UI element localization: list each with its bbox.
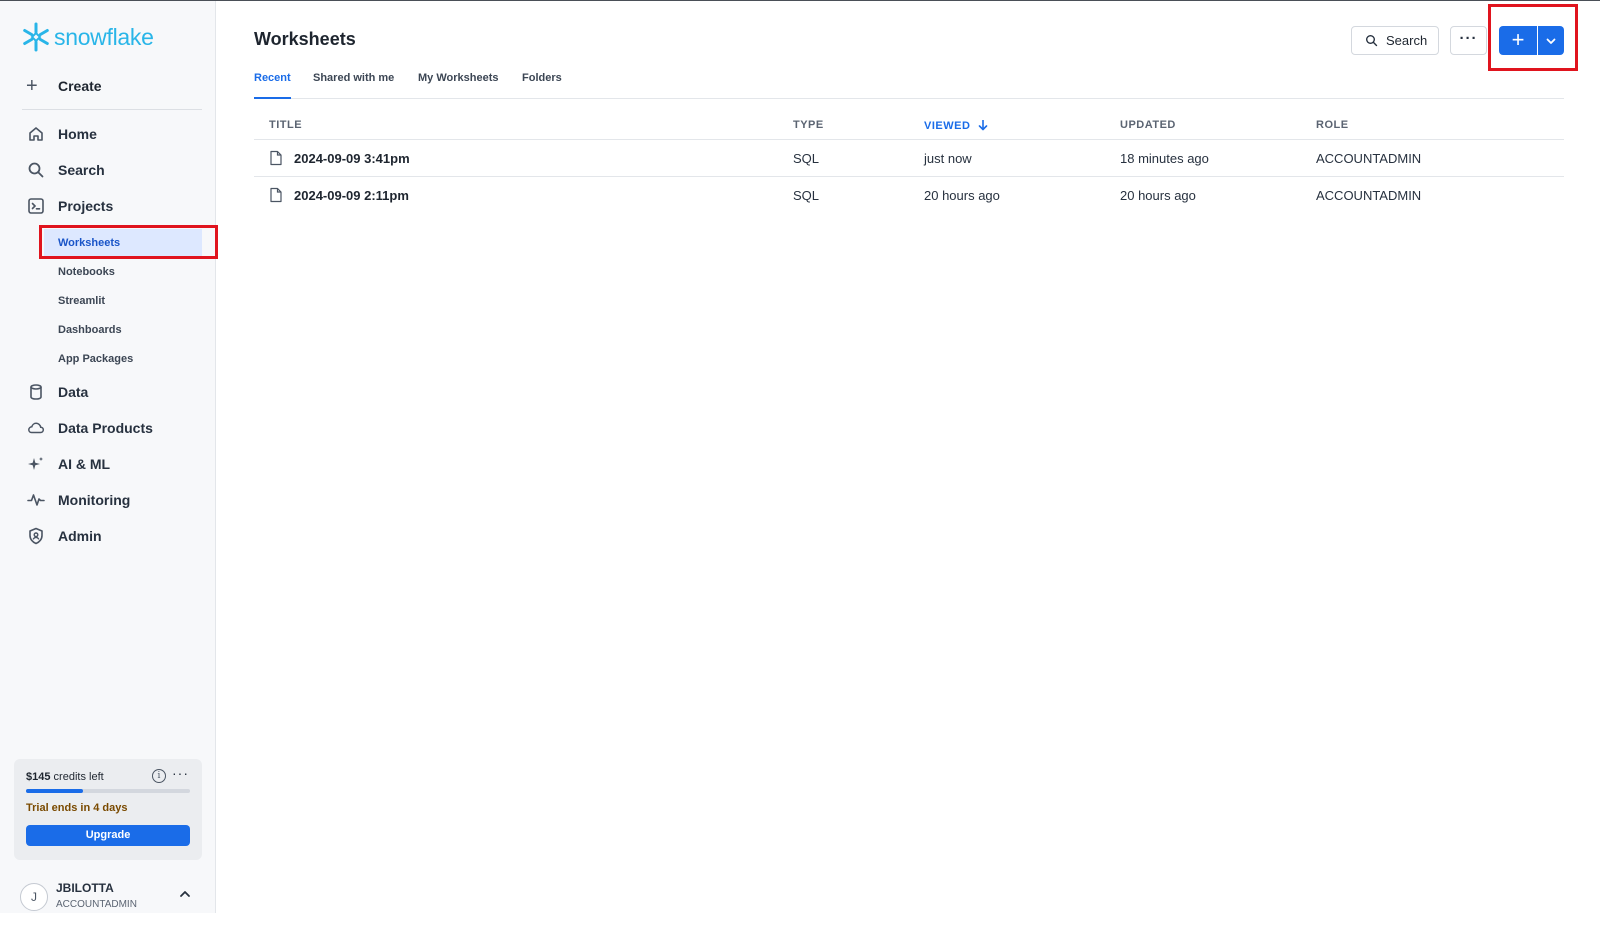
column-header-updated[interactable]: UPDATED [1120, 119, 1176, 131]
add-dropdown-button[interactable] [1538, 26, 1564, 55]
worksheet-updated: 20 hours ago [1120, 188, 1196, 203]
table-row[interactable]: 2024-09-09 3:41pm SQL just now 18 minute… [254, 140, 1564, 177]
sidebar-item-streamlit[interactable]: Streamlit [44, 287, 202, 315]
highlight-worksheets [39, 225, 218, 259]
tab-my-worksheets[interactable]: My Worksheets [418, 72, 499, 99]
sidebar-item-dashboards[interactable]: Dashboards [44, 316, 202, 344]
window-top-border [0, 0, 1600, 1]
avatar: J [20, 883, 48, 911]
credits-card: $145 credits left i ··· Trial ends in 4 … [14, 759, 202, 860]
worksheet-role: ACCOUNTADMIN [1316, 151, 1422, 166]
user-name: JBILOTTA [56, 881, 114, 895]
home-icon [29, 127, 43, 141]
sidebar-item-projects[interactable]: Projects [26, 195, 113, 217]
sidebar-item-home[interactable]: Home [26, 123, 97, 145]
more-options-button[interactable]: ··· [1450, 26, 1487, 55]
document-icon [270, 150, 282, 166]
sidebar-item-label: Admin [58, 528, 102, 544]
sidebar-item-data-products[interactable]: Data Products [26, 417, 153, 439]
upgrade-button[interactable]: Upgrade [26, 825, 190, 846]
add-worksheet-button[interactable]: + [1499, 26, 1537, 55]
worksheet-type: SQL [793, 151, 820, 166]
tab-shared-with-me[interactable]: Shared with me [313, 72, 394, 99]
column-header-viewed[interactable]: VIEWED [924, 119, 988, 132]
credits-progress-fill [26, 789, 84, 793]
worksheet-title: 2024-09-09 2:11pm [294, 188, 409, 203]
credits-more-button[interactable]: ··· [172, 765, 189, 781]
snowflake-logo-icon [23, 22, 49, 52]
search-label: Search [1386, 33, 1428, 48]
sidebar-item-ai-ml[interactable]: AI & ML [26, 453, 110, 475]
cloud-icon [28, 422, 45, 434]
sidebar-item-monitoring[interactable]: Monitoring [26, 489, 130, 511]
sidebar-item-label: AI & ML [58, 456, 111, 472]
worksheet-title: 2024-09-09 3:41pm [294, 151, 410, 166]
chevron-up-icon [180, 891, 190, 897]
worksheets-table: TITLE TYPE VIEWED UPDATED ROLE 2024-09-0… [254, 112, 1564, 214]
worksheet-updated: 18 minutes ago [1120, 151, 1209, 166]
user-menu[interactable]: J JBILOTTA ACCOUNTADMIN [20, 881, 200, 911]
table-header: TITLE TYPE VIEWED UPDATED ROLE [254, 112, 1564, 140]
worksheet-type: SQL [793, 188, 820, 203]
sidebar-item-label: Projects [58, 198, 114, 214]
shield-icon [29, 527, 43, 545]
table-row[interactable]: 2024-09-09 2:11pm SQL 20 hours ago 20 ho… [254, 177, 1564, 214]
tab-folders[interactable]: Folders [522, 72, 562, 99]
sidebar-item-admin[interactable]: Admin [26, 525, 102, 547]
column-header-type[interactable]: TYPE [793, 119, 824, 131]
sidebar-item-label: Search [58, 162, 105, 178]
arrow-down-icon [978, 120, 988, 131]
create-label: Create [58, 78, 102, 94]
sidebar-item-notebooks[interactable]: Notebooks [44, 258, 202, 286]
info-icon[interactable]: i [152, 769, 166, 783]
credits-progress-bar [26, 789, 190, 793]
database-icon [30, 384, 42, 400]
activity-icon [27, 494, 45, 506]
credits-label: credits left [53, 771, 104, 783]
search-button[interactable]: Search [1351, 26, 1439, 55]
worksheet-viewed: just now [924, 151, 972, 166]
snowflake-logo[interactable]: snowflake [20, 21, 154, 53]
user-role: ACCOUNTADMIN [56, 899, 137, 910]
sidebar-item-search[interactable]: Search [26, 159, 105, 181]
sidebar-item-label: Data Products [58, 420, 153, 436]
sidebar-item-data[interactable]: Data [26, 381, 88, 403]
document-icon [270, 187, 282, 203]
search-icon [28, 162, 44, 178]
page-bottom-margin [0, 913, 1600, 946]
trial-notice: Trial ends in 4 days [26, 802, 128, 814]
sparkle-icon [28, 457, 43, 470]
sidebar-item-label: Monitoring [58, 492, 131, 508]
credits-amount: $145 credits left [26, 771, 104, 783]
tab-recent[interactable]: Recent [254, 72, 291, 99]
credits-value: $145 [26, 771, 51, 783]
sidebar-item-label: Data [58, 384, 89, 400]
chevron-down-icon [1546, 38, 1556, 44]
column-header-role[interactable]: ROLE [1316, 119, 1349, 131]
worksheet-viewed: 20 hours ago [924, 188, 1000, 203]
worksheet-tabs: Recent Shared with me My Worksheets Fold… [254, 72, 1564, 99]
logo-text: snowflake [54, 23, 154, 50]
search-icon [1366, 35, 1378, 47]
sidebar-divider [22, 109, 202, 110]
column-header-title[interactable]: TITLE [269, 119, 302, 131]
column-header-viewed-label: VIEWED [924, 120, 971, 132]
sidebar-item-label: Home [58, 126, 97, 142]
worksheet-role: ACCOUNTADMIN [1316, 188, 1422, 203]
sidebar-item-app-packages[interactable]: App Packages [44, 345, 202, 373]
create-button[interactable]: + Create [26, 75, 102, 97]
terminal-icon [28, 198, 44, 214]
plus-icon: + [26, 75, 38, 97]
sidebar: snowflake + Create Home Search Projects … [0, 1, 216, 913]
page-title: Worksheets [254, 29, 356, 49]
